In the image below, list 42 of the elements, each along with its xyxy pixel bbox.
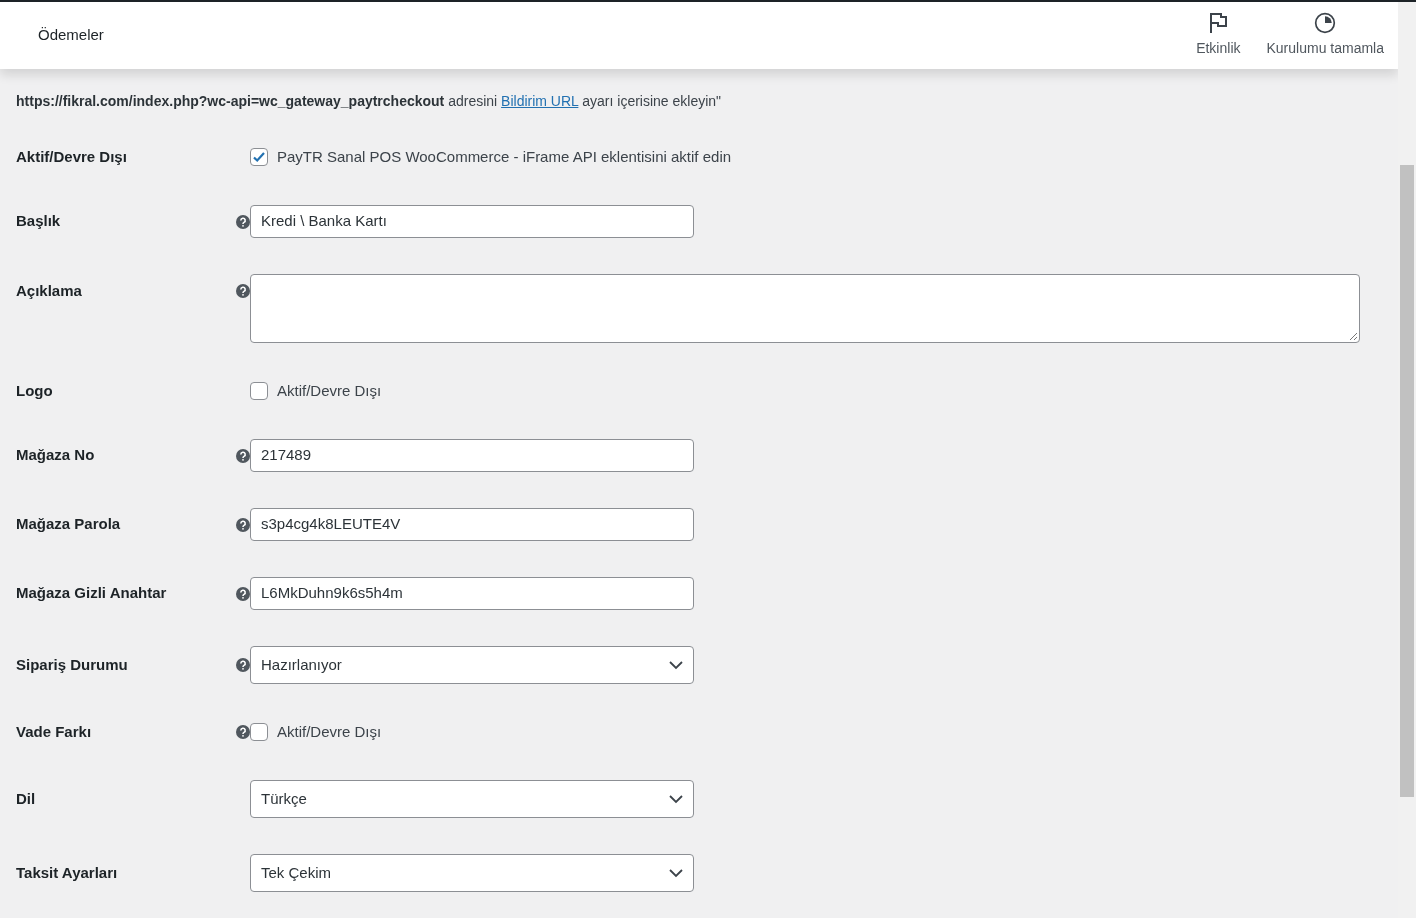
- field-label: Açıklama: [16, 281, 83, 301]
- field-label: Vade Farkı: [16, 721, 93, 742]
- chevron-down-icon: [669, 660, 683, 670]
- checkbox[interactable]: [250, 148, 268, 166]
- help-icon[interactable]: [235, 725, 250, 739]
- notice-text: https://fikral.com/index.php?wc-api=wc_gateway_paytrcheckout adresini Bildirim URL ayarı içerisine ekleyin": [16, 92, 723, 111]
- text-field[interactable]: 217489: [250, 439, 694, 472]
- field-label: Taksit Ayarları: [16, 862, 119, 883]
- help-icon[interactable]: [235, 214, 250, 229]
- text-field[interactable]: L6MkDuhn9k6s5h4m: [250, 577, 694, 610]
- checkbox-label: Aktif/Devre Dışı: [277, 721, 382, 742]
- field-label: Logo: [16, 380, 54, 401]
- field-label: Dil: [16, 788, 37, 809]
- checkbox-label: PayTR Sanal POS WooCommerce - iFrame API eklentisini aktif edin: [277, 146, 732, 167]
- header-action-button[interactable]: Etkinlik: [1196, 12, 1241, 59]
- select-dropdown[interactable]: Tek Çekim: [250, 854, 694, 892]
- field-label: Sipariş Durumu: [16, 654, 129, 675]
- chevron-down-icon: [669, 794, 683, 804]
- help-icon[interactable]: [235, 284, 250, 298]
- field-label: Aktif/Devre Dışı: [16, 146, 128, 167]
- help-icon[interactable]: [235, 658, 250, 672]
- field-label: Başlık: [16, 211, 62, 232]
- checkbox[interactable]: [250, 382, 268, 400]
- field-label: Mağaza No: [16, 445, 96, 466]
- help-icon[interactable]: [235, 586, 250, 601]
- help-icon[interactable]: [235, 517, 250, 532]
- notice-link[interactable]: Bildirim URL: [501, 93, 579, 109]
- checkbox-label: Aktif/Devre Dışı: [277, 380, 382, 401]
- select-dropdown[interactable]: Hazırlanıyor: [250, 646, 694, 684]
- select-dropdown[interactable]: Türkçe: [250, 780, 694, 818]
- resize-handle-icon[interactable]: [1349, 332, 1357, 340]
- header-action-button[interactable]: Kurulumu tamamla: [1266, 12, 1384, 59]
- text-field[interactable]: Kredi \ Banka Kartı: [250, 205, 694, 238]
- flag-icon: [1208, 12, 1229, 34]
- checkbox[interactable]: [250, 723, 268, 741]
- field-label: Mağaza Parola: [16, 514, 122, 535]
- page-title: Ödemeler: [38, 25, 104, 46]
- field-label: Mağaza Gizli Anahtar: [16, 583, 168, 604]
- text-field[interactable]: s3p4cg4k8LEUTE4V: [250, 508, 694, 541]
- help-icon[interactable]: [235, 448, 250, 463]
- textarea-field[interactable]: [250, 274, 1360, 343]
- chevron-down-icon: [669, 868, 683, 878]
